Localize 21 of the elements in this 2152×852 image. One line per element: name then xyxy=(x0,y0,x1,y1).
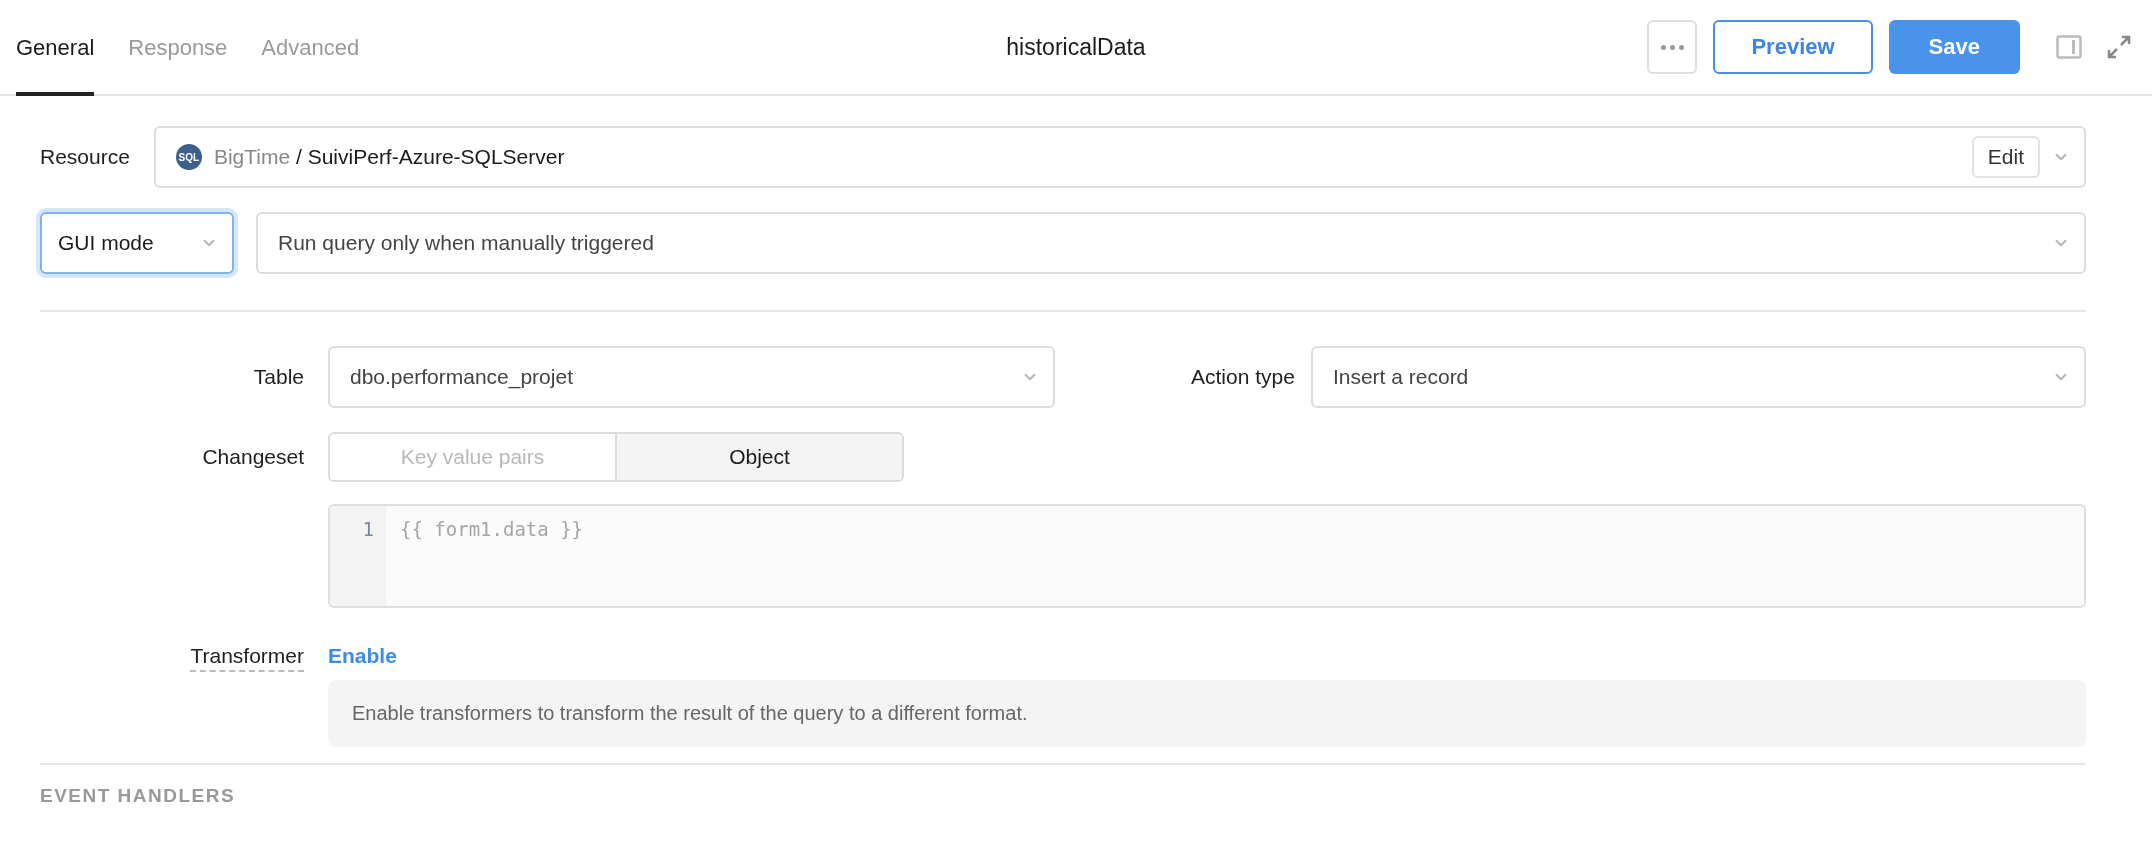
section-heading: EVENT HANDLERS xyxy=(40,785,237,807)
field-label: Table xyxy=(253,365,304,389)
preview-button[interactable]: Preview xyxy=(1713,20,1873,74)
database-icon: SQL xyxy=(175,144,202,170)
field-label: Transformer xyxy=(190,644,304,672)
segment-option[interactable]: Object xyxy=(615,434,902,480)
more-button[interactable] xyxy=(1647,20,1698,74)
query-title: historicalData xyxy=(1006,33,1146,61)
resource-name: BigTime / SuiviPerf-Azure-SQLServer xyxy=(213,145,566,169)
edit-button[interactable]: Edit xyxy=(1971,136,2040,178)
resource-select[interactable]: SQL BigTime / SuiviPerf-Azure-SQLServer Edit xyxy=(153,126,2086,188)
table-select[interactable]: dbo.performance_projet xyxy=(328,346,1055,408)
field-label: Action type xyxy=(1191,365,1295,389)
line-number: 1 xyxy=(362,518,374,540)
tab[interactable]: General xyxy=(16,0,95,96)
trigger-select[interactable]: Run query only when manually triggered xyxy=(256,212,2086,274)
info-message: Enable transformers to transform the result of the query to a different format. xyxy=(328,680,2086,747)
action-type-select[interactable]: Insert a record xyxy=(1310,346,2086,408)
field-label: Changeset xyxy=(202,445,304,469)
code-line: {{ form1.data }} xyxy=(400,518,585,540)
field-label: Resource xyxy=(40,145,130,169)
